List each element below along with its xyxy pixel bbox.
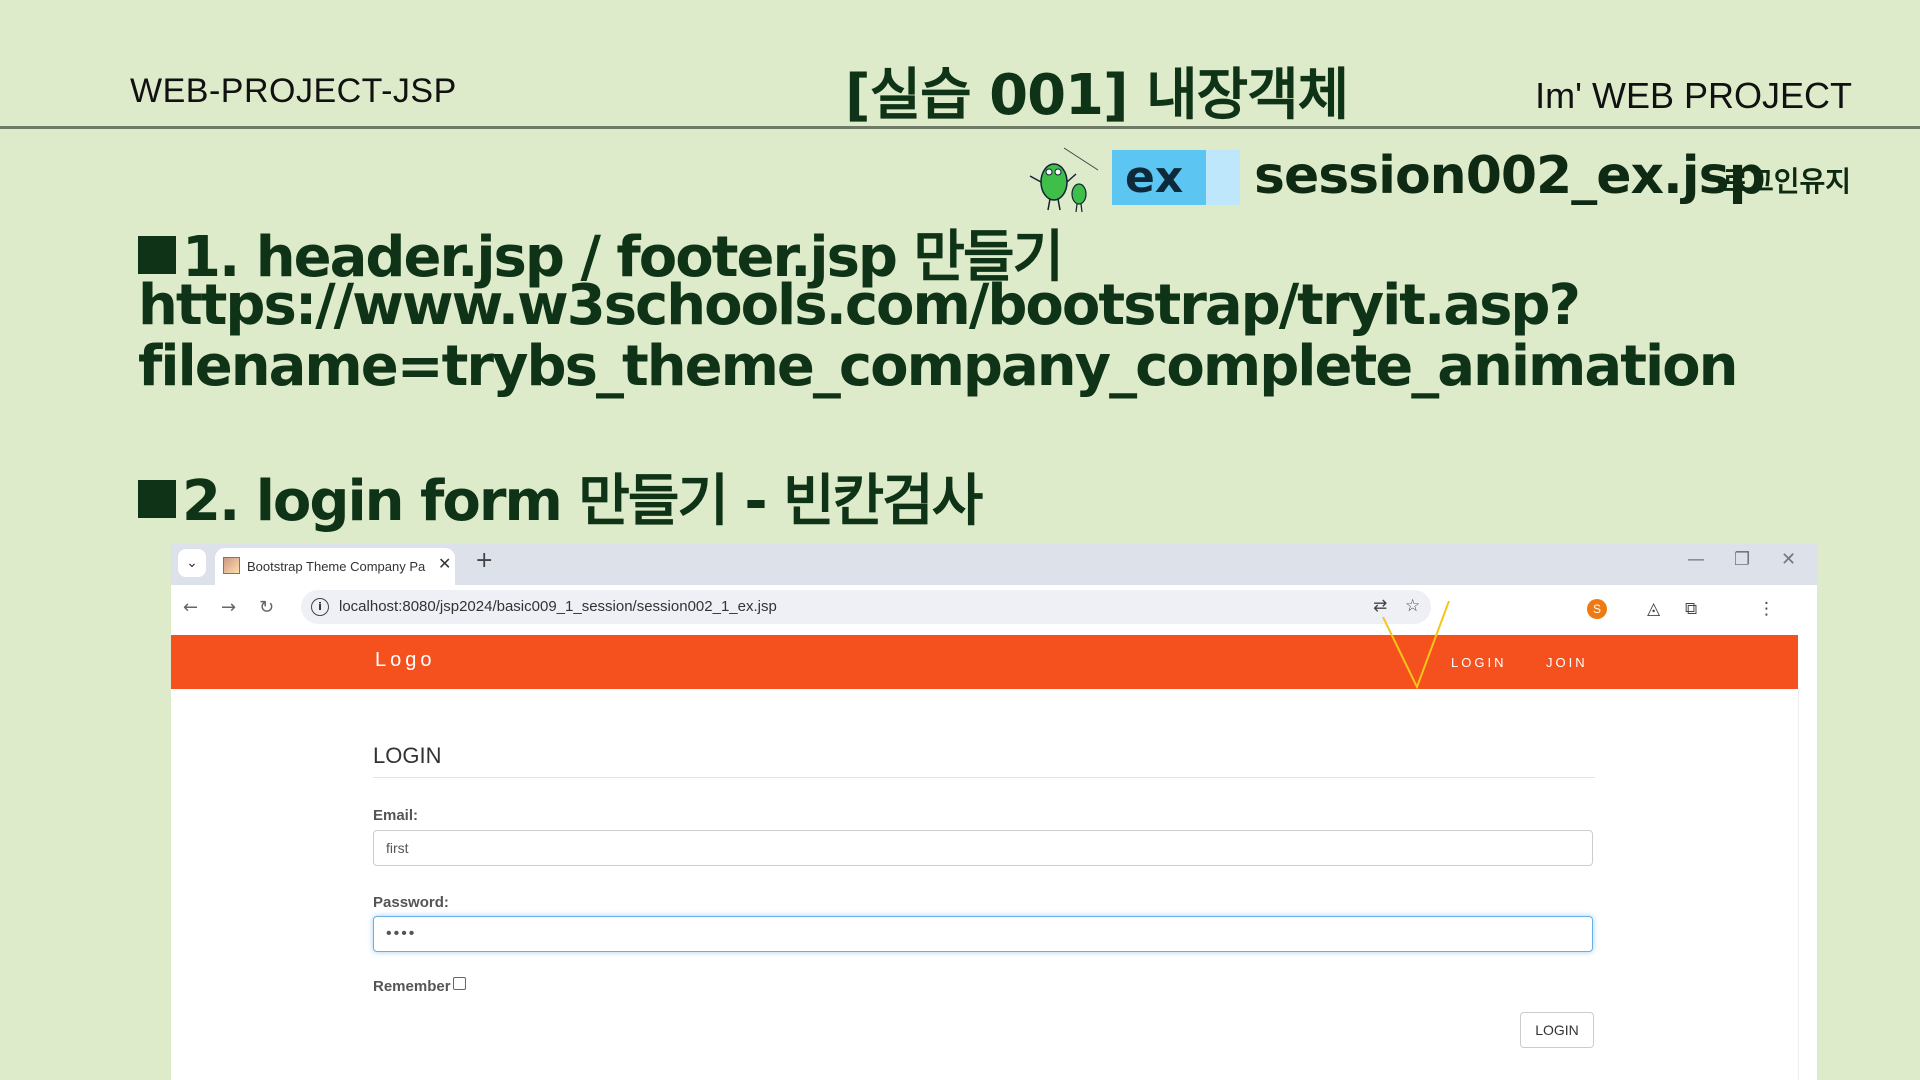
reload-icon[interactable]: ↻: [259, 597, 274, 618]
password-field[interactable]: ••••: [373, 916, 1593, 952]
favicon-icon: [223, 557, 240, 574]
ex-label: ex: [1125, 152, 1184, 203]
email-label: Email:: [373, 807, 419, 824]
heading-divider: [373, 777, 1595, 778]
project-label: Im' WEB PROJECT: [1535, 75, 1852, 116]
remember-label: Remember: [373, 978, 451, 995]
bullet-square-icon: [138, 480, 176, 518]
close-window-icon[interactable]: ✕: [1781, 549, 1796, 570]
task-2-title: 2. login form 만들기 - 빈칸검사: [138, 456, 983, 537]
login-heading: LOGIN: [373, 743, 442, 768]
mascot-illustration: [1029, 147, 1099, 213]
tab-bar: ⌄ Bootstrap Theme Company Pa ✕ + — ❐ ✕: [171, 543, 1817, 585]
login-submit-button[interactable]: LOGIN: [1520, 1012, 1594, 1048]
menu-kebab-icon[interactable]: ⋮: [1758, 599, 1775, 619]
extension-icon[interactable]: ◬: [1647, 599, 1660, 619]
url-text: localhost:8080/jsp2024/basic009_1_sessio…: [339, 598, 777, 615]
address-bar[interactable]: i localhost:8080/jsp2024/basic009_1_sess…: [301, 590, 1431, 624]
new-tab-icon[interactable]: +: [475, 548, 493, 573]
back-icon[interactable]: ←: [183, 597, 198, 618]
task-1-url-line2: filename=trybs_theme_company_complete_an…: [138, 334, 1738, 399]
bullet-square-icon: [138, 236, 176, 274]
email-field[interactable]: first: [373, 830, 1593, 866]
browser-tab[interactable]: Bootstrap Theme Company Pa ✕: [215, 548, 455, 585]
site-navbar: Logo LOGIN JOIN: [171, 635, 1798, 689]
restore-icon[interactable]: ❐: [1734, 549, 1750, 570]
example-note: 로그인유지: [1722, 165, 1851, 198]
task-1-url-line1: https://www.w3schools.com/bootstrap/tryi…: [138, 273, 1581, 338]
profile-avatar[interactable]: S: [1587, 599, 1607, 619]
header-divider: [0, 126, 1920, 129]
tab-search-button[interactable]: ⌄: [178, 549, 206, 577]
site-info-icon[interactable]: i: [311, 598, 329, 616]
password-label: Password:: [373, 894, 449, 911]
example-filename: session002_ex.jsp: [1254, 146, 1766, 206]
minimize-icon[interactable]: —: [1687, 549, 1705, 570]
tab-title: Bootstrap Theme Company Pa: [247, 559, 426, 574]
site-logo[interactable]: Logo: [375, 649, 436, 672]
nav-join-link[interactable]: JOIN: [1546, 655, 1588, 670]
checkmark-annotation-icon: [1382, 600, 1450, 689]
remember-option[interactable]: Remember: [373, 977, 466, 995]
login-form: LOGIN Email: first Password: •••• Rememb…: [171, 689, 1799, 1080]
puzzle-icon[interactable]: ⧉: [1685, 599, 1697, 619]
course-label: WEB-PROJECT-JSP: [130, 72, 457, 110]
remember-checkbox[interactable]: [452, 977, 466, 990]
forward-icon[interactable]: →: [221, 597, 236, 618]
nav-login-link[interactable]: LOGIN: [1451, 655, 1506, 670]
browser-window: ⌄ Bootstrap Theme Company Pa ✕ + — ❐ ✕ ←…: [171, 543, 1817, 1080]
ex-badge: ex: [1112, 150, 1240, 205]
slide-title: [실습 001] 내장객체: [845, 63, 1349, 128]
tab-close-icon[interactable]: ✕: [438, 554, 451, 573]
browser-toolbar: ← → ↻ i localhost:8080/jsp2024/basic009_…: [171, 585, 1817, 633]
